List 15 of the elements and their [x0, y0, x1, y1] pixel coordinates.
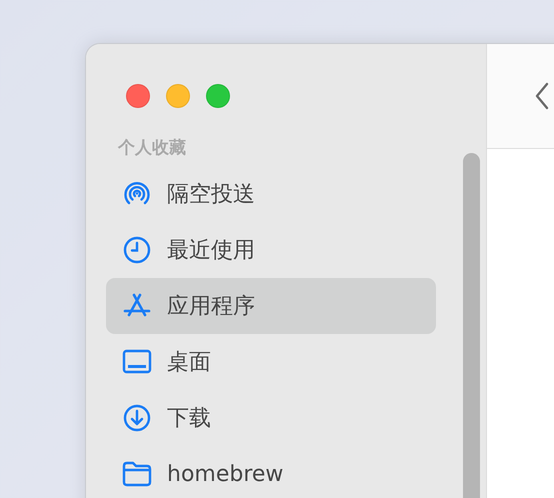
sidebar-item[interactable]: 下载 [106, 390, 436, 446]
sidebar-item[interactable]: 隔空投送 [106, 166, 436, 222]
sidebar-item[interactable]: homebrew [106, 446, 436, 498]
sidebar-item[interactable]: 应用程序 [106, 278, 436, 334]
sidebar-item[interactable]: 桌面 [106, 334, 436, 390]
clock-icon [122, 235, 152, 265]
folder-icon [122, 459, 152, 489]
scrollbar[interactable] [463, 153, 480, 498]
zoom-button[interactable] [206, 84, 230, 108]
sidebar-item[interactable]: 最近使用 [106, 222, 436, 278]
minimize-button[interactable] [166, 84, 190, 108]
download-icon [122, 403, 152, 433]
back-icon[interactable] [535, 82, 549, 110]
section-title: 个人收藏 [118, 138, 186, 158]
close-button[interactable] [126, 84, 150, 108]
